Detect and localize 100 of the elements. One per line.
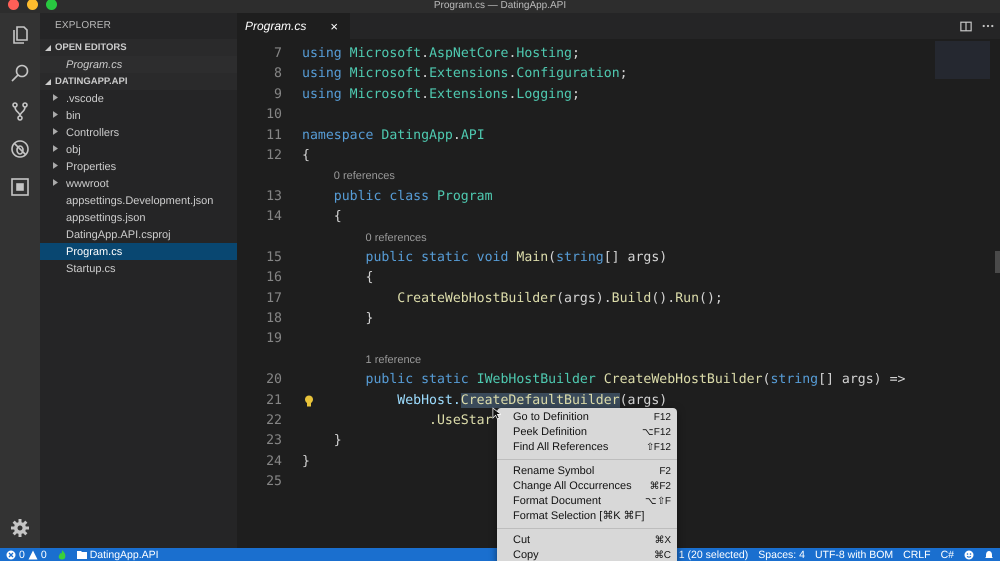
- folder-item[interactable]: bin: [40, 107, 237, 124]
- minimize-button[interactable]: [27, 0, 38, 10]
- extensions-icon[interactable]: [10, 177, 30, 197]
- chevron-icon: [53, 128, 58, 135]
- branch-icon[interactable]: [10, 101, 30, 121]
- section-header[interactable]: OPEN EDITORS: [40, 39, 237, 56]
- chevron-icon: [53, 111, 58, 118]
- open-editor-item[interactable]: Program.cs: [40, 56, 237, 73]
- shortcut-label: F2: [659, 465, 671, 479]
- smiley-icon[interactable]: [964, 550, 974, 560]
- line-number: 8: [273, 65, 282, 84]
- files-icon[interactable]: [10, 25, 30, 45]
- editor-tab[interactable]: Program.cs ×: [237, 13, 350, 39]
- code-line: WebHost.CreateDefaultBuilder(args): [396, 392, 668, 410]
- status-item[interactable]: C#: [940, 548, 954, 560]
- line-number: 12: [265, 146, 282, 165]
- line-number: 15: [265, 248, 282, 267]
- status-item[interactable]: Spaces: 4: [758, 548, 805, 560]
- close-tab-icon[interactable]: ×: [330, 18, 338, 34]
- folder-item[interactable]: Controllers: [40, 124, 237, 141]
- code-lens[interactable]: 0 references: [366, 232, 427, 244]
- line-number: 14: [265, 208, 282, 226]
- menu-item[interactable]: Rename Symbol F2: [497, 464, 677, 479]
- chevron-icon: [53, 145, 58, 152]
- shortcut-label: F12: [654, 411, 671, 425]
- line-number: 9: [273, 86, 282, 104]
- folder-item[interactable]: .vscode: [40, 90, 237, 107]
- code-line: {: [364, 269, 374, 288]
- code-line: {: [332, 208, 342, 226]
- close-button[interactable]: [8, 0, 19, 10]
- section-header[interactable]: DATINGAPP.API: [40, 73, 237, 90]
- menu-item[interactable]: Format Document ⌥⇧F: [497, 494, 677, 509]
- folder-item[interactable]: obj: [40, 141, 237, 158]
- chevron-icon: [53, 162, 58, 169]
- expanded-triangle-icon[interactable]: [45, 44, 51, 50]
- shortcut-label: ⌘F2: [649, 480, 671, 494]
- error-count[interactable]: 0: [19, 548, 25, 560]
- shortcut-label: ⌥⇧F: [644, 495, 671, 509]
- code-lens[interactable]: 0 references: [334, 170, 395, 182]
- menu-item[interactable]: Go to Definition F12: [497, 410, 677, 425]
- error-icon[interactable]: [6, 550, 16, 560]
- line-number: 16: [265, 269, 282, 288]
- code-line: public static IWebHostBuilder CreateWebHostBuilder(string[] args) =>: [364, 371, 906, 390]
- line-number: 7: [273, 45, 282, 63]
- expanded-triangle-icon[interactable]: [45, 78, 51, 84]
- status-item[interactable]: 1 (20 selected): [678, 548, 748, 560]
- file-item[interactable]: Program.cs: [40, 243, 237, 260]
- code-lens[interactable]: 1 reference: [366, 354, 422, 366]
- line-number: 20: [265, 371, 282, 390]
- shortcut-label: ⇧F12: [646, 441, 671, 455]
- code-line: }: [332, 432, 342, 450]
- file-item[interactable]: Startup.cs: [40, 260, 237, 277]
- maximize-button[interactable]: [46, 0, 57, 10]
- settings-icon[interactable]: [10, 518, 30, 538]
- more-icon[interactable]: [982, 24, 994, 28]
- bell-icon[interactable]: [984, 550, 994, 560]
- code-line: using Microsoft.AspNetCore.Hosting;: [302, 45, 580, 63]
- debug-icon[interactable]: [10, 139, 30, 159]
- line-number: 10: [265, 106, 282, 124]
- mouse-pointer-icon: [492, 407, 501, 420]
- status-item[interactable]: UTF-8 with BOM: [814, 548, 894, 560]
- code-line: namespace DatingApp.API: [302, 126, 485, 145]
- status-item[interactable]: CRLF: [903, 548, 931, 560]
- search-icon[interactable]: [10, 63, 30, 83]
- line-number: 25: [265, 473, 282, 492]
- line-number: 17: [265, 290, 282, 308]
- menu-item[interactable]: Copy ⌘C: [497, 548, 677, 561]
- code-line: CreateWebHostBuilder(args).Build().Run();: [396, 290, 723, 308]
- sidebar-title: EXPLORER: [54, 19, 112, 33]
- shortcut-label: ⌥F12: [642, 426, 671, 440]
- shortcut-label: ⌘X: [654, 534, 671, 548]
- folder-item[interactable]: Properties: [40, 158, 237, 175]
- shortcut-label: ⌘C: [654, 549, 671, 561]
- folder-name[interactable]: DatingApp.API: [90, 548, 159, 560]
- line-number: 22: [265, 412, 282, 430]
- code-line: public static void Main(string[] args): [364, 248, 668, 267]
- folder-item[interactable]: wwwroot: [40, 175, 237, 192]
- menu-item[interactable]: Peek Definition ⌥F12: [497, 425, 677, 440]
- chevron-icon: [53, 179, 58, 186]
- file-item[interactable]: appsettings.json: [40, 209, 237, 226]
- code-line: using Microsoft.Extensions.Configuration;: [302, 65, 628, 84]
- chevron-icon: [53, 94, 58, 101]
- menu-item[interactable]: Cut ⌘X: [497, 533, 677, 548]
- menu-item[interactable]: Change All Occurrences ⌘F2: [497, 479, 677, 494]
- lightbulb-icon[interactable]: [304, 394, 314, 407]
- line-number: 21: [265, 392, 282, 410]
- line-number: 23: [265, 432, 282, 450]
- file-item[interactable]: appsettings.Development.json: [40, 192, 237, 209]
- code-line: }: [302, 452, 310, 471]
- file-item[interactable]: DatingApp.API.csproj: [40, 226, 237, 243]
- line-number: 24: [265, 452, 282, 471]
- warning-count[interactable]: 0: [40, 548, 47, 560]
- menu-item[interactable]: Format Selection [⌘K ⌘F]: [497, 509, 677, 524]
- line-number: 11: [265, 126, 282, 145]
- split-editor-icon[interactable]: [960, 20, 972, 32]
- line-number: 19: [265, 330, 282, 348]
- line-number: 13: [265, 188, 282, 206]
- code-line: .UseStar: [428, 412, 493, 430]
- menu-item[interactable]: Find All References ⇧F12: [497, 440, 677, 455]
- scrollbar-thumb[interactable]: [995, 251, 1000, 273]
